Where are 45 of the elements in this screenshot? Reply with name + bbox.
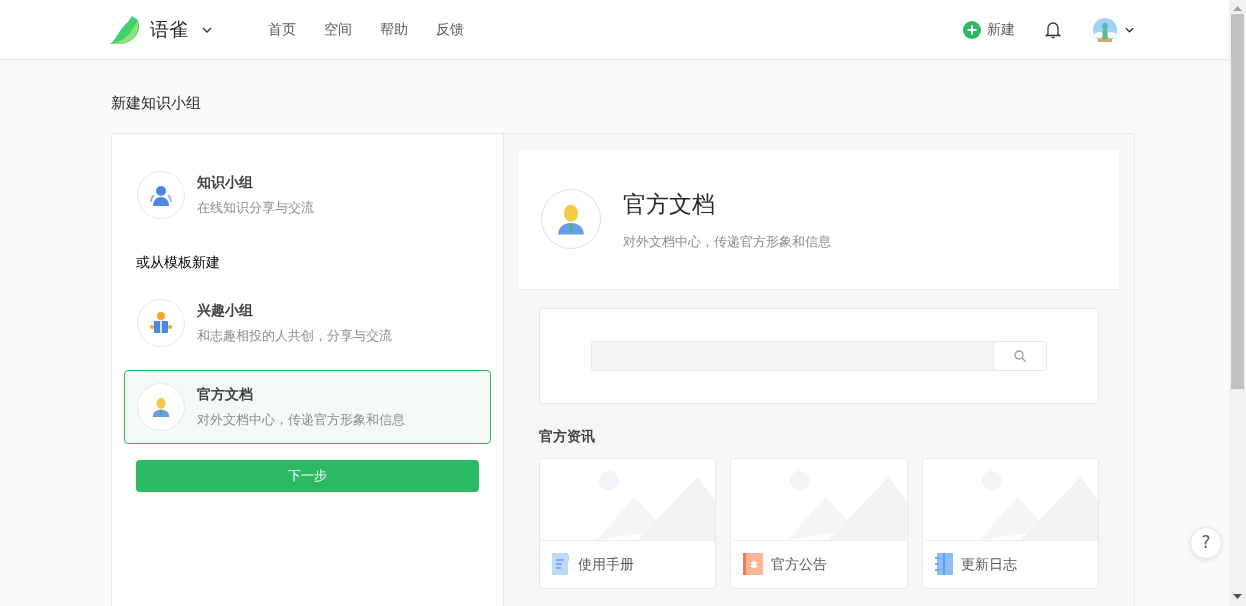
preview-description: 对外文档中心，传递官方形象和信息 bbox=[623, 232, 831, 251]
page-title: 新建知识小组 bbox=[111, 93, 202, 114]
chevron-down-icon[interactable] bbox=[202, 26, 212, 33]
preview-title: 官方文档 bbox=[623, 190, 716, 219]
new-button[interactable]: 新建 bbox=[963, 19, 1015, 40]
option-description: 和志趣相投的人共创，分享与交流 bbox=[197, 326, 392, 345]
scrollbar-thumb[interactable] bbox=[1231, 14, 1244, 389]
nav-link[interactable]: 空间 bbox=[324, 19, 352, 40]
help-button[interactable]: ? bbox=[1190, 527, 1222, 559]
nav-link[interactable]: 首页 bbox=[268, 19, 296, 40]
person-icon bbox=[150, 395, 172, 418]
brand-name[interactable]: 语雀 bbox=[150, 15, 188, 44]
bell-icon[interactable] bbox=[1045, 20, 1061, 39]
nav-link[interactable]: 反馈 bbox=[436, 19, 464, 40]
nav-link[interactable]: 帮助 bbox=[380, 19, 408, 40]
notebook-icon bbox=[934, 553, 953, 576]
book-icon bbox=[743, 553, 764, 576]
reader-icon bbox=[149, 310, 173, 335]
chevron-down-icon[interactable] bbox=[1125, 26, 1134, 33]
info-card[interactable]: 官方公告 bbox=[730, 457, 908, 589]
template-option[interactable]: 官方文档 对外文档中心，传递官方形象和信息 bbox=[124, 369, 491, 444]
card-label: 更新日志 bbox=[960, 555, 1017, 575]
template-option[interactable]: 知识小组 在线知识分享与交流 bbox=[124, 157, 491, 232]
section-title: 官方资讯 bbox=[539, 426, 596, 446]
plus-icon bbox=[963, 20, 981, 39]
option-description: 对外文档中心，传递官方形象和信息 bbox=[197, 410, 405, 429]
option-title: 知识小组 bbox=[197, 172, 254, 192]
option-title: 官方文档 bbox=[197, 384, 254, 404]
search-icon bbox=[1014, 349, 1026, 362]
info-card[interactable]: 更新日志 bbox=[921, 457, 1099, 589]
avatar[interactable] bbox=[1093, 17, 1117, 42]
card-label: 使用手册 bbox=[578, 555, 634, 575]
template-option[interactable]: 兴趣小组 和志趣相投的人共创，分享与交流 bbox=[124, 285, 491, 360]
scroll-down-icon[interactable] bbox=[1233, 594, 1242, 600]
info-card[interactable]: 使用手册 bbox=[539, 457, 717, 589]
document-icon bbox=[552, 553, 570, 576]
bird-logo-icon[interactable] bbox=[110, 15, 142, 44]
people-icon bbox=[148, 183, 174, 206]
scroll-up-icon[interactable] bbox=[1233, 6, 1242, 12]
option-title: 兴趣小组 bbox=[197, 300, 254, 320]
search-button[interactable] bbox=[993, 340, 1047, 371]
section-heading: 或从模板新建 bbox=[136, 252, 221, 272]
card-label: 官方公告 bbox=[771, 555, 828, 575]
option-description: 在线知识分享与交流 bbox=[197, 198, 314, 217]
scrollbar[interactable] bbox=[1229, 0, 1246, 606]
